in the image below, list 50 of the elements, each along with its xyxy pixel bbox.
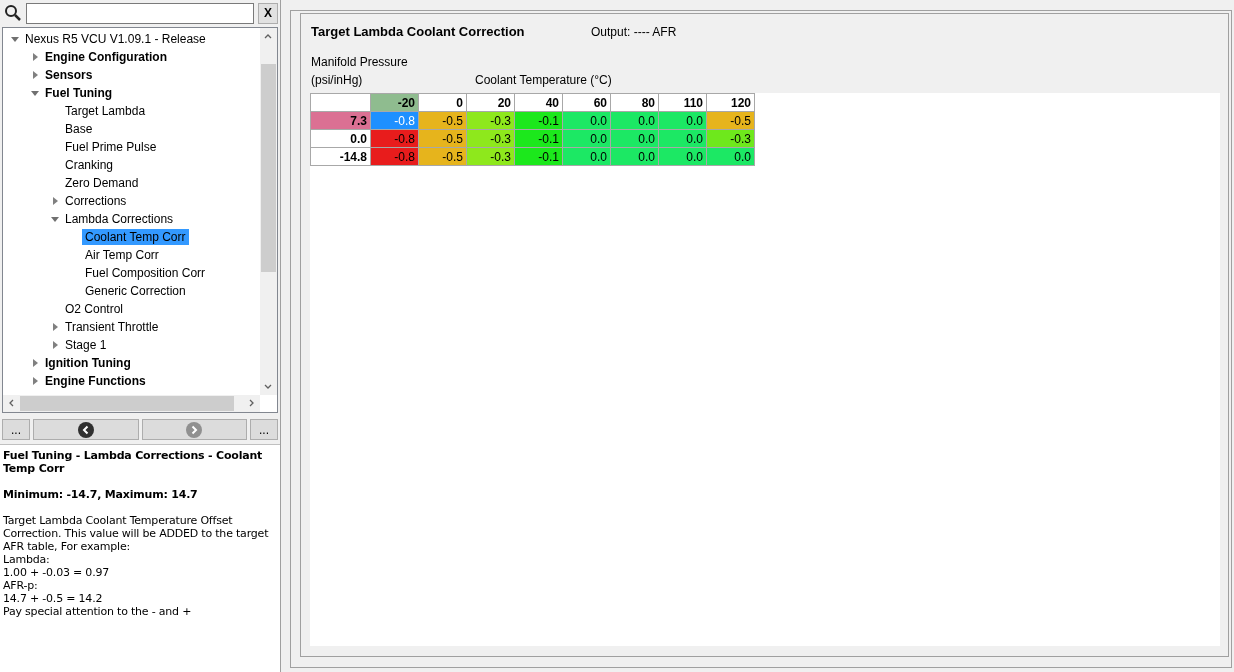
- tree-item[interactable]: O2 Control: [62, 301, 127, 317]
- column-header[interactable]: 110: [658, 93, 707, 112]
- help-text: Lambda:: [3, 553, 51, 566]
- tree-item[interactable]: Cranking: [62, 157, 117, 173]
- back-button[interactable]: [33, 419, 139, 440]
- help-text: AFR-p:: [3, 579, 39, 592]
- tree-item[interactable]: Coolant Temp Corr: [82, 229, 189, 245]
- tree-item[interactable]: Ignition Tuning: [42, 355, 134, 371]
- column-header[interactable]: 60: [562, 93, 611, 112]
- y-axis-label: Manifold Pressure: [311, 54, 409, 71]
- corner-cell: [310, 93, 371, 112]
- tree-item[interactable]: Transient Throttle: [62, 319, 162, 335]
- tree-item[interactable]: Lambda Corrections: [62, 211, 177, 227]
- horizontal-scrollbar[interactable]: [3, 395, 260, 412]
- help-text: Target Lambda Coolant Temperature Offset Correction. This value will be ADDED to the target AFR table, For example:: [3, 514, 270, 553]
- column-header[interactable]: 40: [514, 93, 563, 112]
- vertical-scrollbar[interactable]: [260, 28, 277, 395]
- clear-button[interactable]: X: [258, 2, 278, 24]
- search-field[interactable]: [26, 2, 254, 24]
- search-icon: [4, 4, 22, 22]
- more-button[interactable]: ...: [250, 419, 278, 440]
- tree-item[interactable]: Nexus R5 VCU V1.09.1 - Release: [22, 31, 209, 47]
- range-text: Minimum: -14.7, Maximum: 14.7: [3, 488, 199, 501]
- help-title: Fuel Tuning - Lambda Corrections - Coolant Temp Corr: [3, 449, 264, 475]
- output-label: Output: ---- AFR: [591, 25, 677, 39]
- help-text: Pay special attention to the - and +: [3, 605, 193, 618]
- table-title: Target Lambda Coolant Correction: [311, 24, 526, 39]
- tree-item[interactable]: Air Temp Corr: [82, 247, 162, 263]
- more-button[interactable]: ...: [2, 419, 30, 440]
- tree-item[interactable]: Generic Correction: [82, 283, 189, 299]
- tree-item[interactable]: Fuel Tuning: [42, 85, 116, 101]
- column-header[interactable]: -20: [370, 93, 419, 112]
- help-text: 1.00 + -0.03 = 0.97: [3, 566, 111, 579]
- help-text: 14.7 + -0.5 = 14.2: [3, 592, 104, 605]
- column-header[interactable]: 80: [610, 93, 659, 112]
- tree-item[interactable]: Zero Demand: [62, 175, 142, 191]
- tree-item[interactable]: Target Lambda: [62, 103, 149, 119]
- x-axis-label: Coolant Temperature (°C): [475, 72, 612, 89]
- tree-item[interactable]: Fuel Prime Pulse: [62, 139, 160, 155]
- column-header[interactable]: 120: [706, 93, 755, 112]
- column-header[interactable]: 0: [418, 93, 467, 112]
- column-header[interactable]: 20: [466, 93, 515, 112]
- tree-item[interactable]: Fuel Composition Corr: [82, 265, 209, 281]
- tree-item[interactable]: Base: [62, 121, 96, 137]
- tree-item[interactable]: Engine Functions: [42, 373, 149, 389]
- tree-item[interactable]: Engine Configuration: [42, 49, 170, 65]
- tree-item[interactable]: Corrections: [62, 193, 130, 209]
- tree-item[interactable]: Stage 1: [62, 337, 110, 353]
- y-axis-label: (psi/inHg): [311, 72, 364, 89]
- tree-item[interactable]: Sensors: [42, 67, 96, 83]
